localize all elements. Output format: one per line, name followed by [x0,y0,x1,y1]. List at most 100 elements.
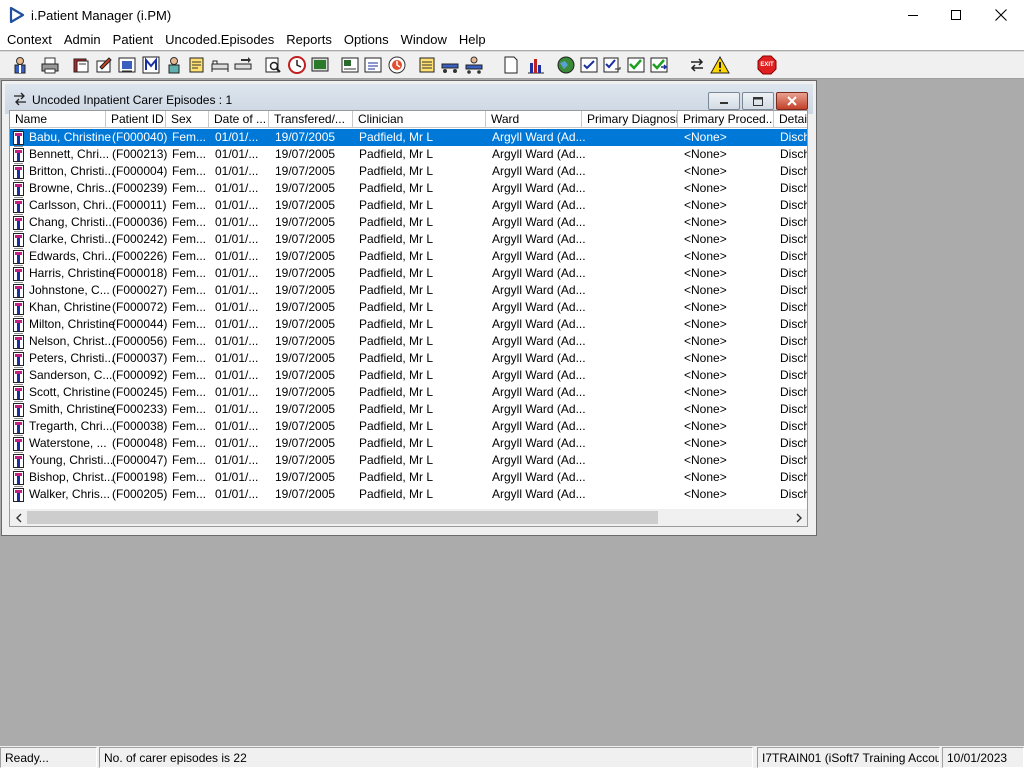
table-row[interactable]: Britton, Christi... (F000004) Fem... 01/01/… [10,163,807,180]
scroll-left-button[interactable] [10,509,27,526]
minimize-button[interactable] [890,0,936,30]
toolbar-button-check-form-green[interactable] [625,54,647,76]
menu-window[interactable]: Window [395,30,453,50]
table-row[interactable]: Young, Christi... (F000047) Fem... 01/01/..… [10,452,807,469]
cell-date: 01/01/... [215,402,259,416]
cell-sex: Fem... [172,487,207,501]
patient-carer-icon [13,469,24,485]
toolbar-button-notes[interactable] [186,54,208,76]
column-header-patient-id[interactable]: Patient ID [106,111,166,128]
child-maximize-button[interactable] [742,92,774,110]
column-header-detail[interactable]: Detail [774,111,807,128]
cell-patient-id: (F000011) [112,198,167,212]
table-row[interactable]: Bishop, Christ... (F000198) Fem... 01/01/..… [10,469,807,486]
cell-patient-id: (F000198) [112,470,168,484]
menu-admin[interactable]: Admin [58,30,107,50]
toolbar-button-check-form-green-arrow[interactable] [648,54,670,76]
column-header-primary-procedure[interactable]: Primary Proced... [678,111,774,128]
column-header-transferred[interactable]: Transfered/... [269,111,353,128]
toolbar-button-warning[interactable] [709,54,731,76]
toolbar-button-check-form-arrow[interactable] [601,54,623,76]
toolbar-button-clock-form[interactable] [386,54,408,76]
horizontal-scrollbar[interactable] [10,509,807,526]
toolbar-button-picture[interactable] [116,54,138,76]
column-header-date[interactable]: Date of ... [209,111,269,128]
toolbar-button-certificate[interactable] [339,54,361,76]
toolbar-button-globe[interactable] [555,54,577,76]
toolbar-button-doctor[interactable] [163,54,185,76]
table-row[interactable]: Chang, Christi... (F000036) Fem... 01/01/..… [10,214,807,231]
menu-help[interactable]: Help [453,30,492,50]
title-bar: i.Patient Manager (i.PM) [0,0,1024,30]
toolbar-button-exit[interactable]: EXIT [756,54,778,76]
toolbar-button-search-document[interactable] [262,54,284,76]
cell-sex: Fem... [172,181,207,195]
menu-uncoded-episodes[interactable]: Uncoded.Episodes [159,30,280,50]
cell-patient-id: (F000233) [112,402,168,416]
cell-sex: Fem... [172,164,207,178]
toolbar-button-document[interactable] [500,54,522,76]
table-row[interactable]: Bennett, Chri... (F000213) Fem... 01/01/...… [10,146,807,163]
child-minimize-button[interactable] [708,92,740,110]
cell-transferred: 19/07/2005 [275,419,336,433]
table-row[interactable]: Sanderson, C... (F000092) Fem... 01/01/... 1… [10,367,807,384]
cell-primary-procedure: <None> [684,283,727,297]
toolbar-button-print[interactable] [39,54,61,76]
toolbar-button-bar-chart[interactable] [525,54,547,76]
toolbar-button-m[interactable] [140,54,162,76]
child-close-button[interactable] [776,92,808,110]
table-row[interactable]: Walker, Chris... (F000205) Fem... 01/01/...… [10,486,807,503]
maximize-button[interactable] [933,0,979,30]
column-header-primary-diagnosis[interactable]: Primary Diagnosis [582,111,678,128]
cell-detail: Disch [780,249,808,263]
table-row[interactable]: Peters, Christi... (F000037) Fem... 01/01/.… [10,350,807,367]
cell-ward: Argyll Ward (Ad... [492,453,586,467]
app-logo-icon [9,7,25,23]
column-header-clinician[interactable]: Clinician [353,111,486,128]
toolbar-button-person-search[interactable] [9,54,31,76]
toolbar-button-swap[interactable] [686,54,708,76]
menu-options[interactable]: Options [338,30,395,50]
toolbar-button-check-form[interactable] [578,54,600,76]
table-row[interactable]: Harris, Christine (F000018) Fem... 01/01/..… [10,265,807,282]
close-button[interactable] [978,0,1024,30]
cell-sex: Fem... [172,317,207,331]
table-row[interactable]: Carlsson, Chri... (F000011) Fem... 01/01/..… [10,197,807,214]
table-row[interactable]: Babu, Christine (F000040) Fem... 01/01/... 1… [10,129,807,146]
table-row[interactable]: Milton, Christine (F000044) Fem... 01/01/..… [10,316,807,333]
column-header-ward[interactable]: Ward [486,111,582,128]
menu-context[interactable]: Context [1,30,58,50]
table-row[interactable]: Khan, Christine (F000072) Fem... 01/01/... 1… [10,299,807,316]
patient-carer-icon [13,129,24,145]
book-icon [73,58,89,73]
column-header-name[interactable]: Name [10,111,106,128]
toolbar-button-letter[interactable] [362,54,384,76]
table-row[interactable]: Nelson, Christ... (F000056) Fem... 01/01/..… [10,333,807,350]
cell-transferred: 19/07/2005 [275,402,336,416]
toolbar-button-bed[interactable] [209,54,231,76]
toolbar-button-edit-document[interactable] [93,54,115,76]
menu-reports[interactable]: Reports [280,30,338,50]
toolbar-button-book[interactable] [70,54,92,76]
toolbar-button-clock[interactable] [286,54,308,76]
table-row[interactable]: Waterstone, ... (F000048) Fem... 01/01/... 1… [10,435,807,452]
table-row[interactable]: Edwards, Chri... (F000226) Fem... 01/01/...… [10,248,808,265]
toolbar-button-bed-arrow[interactable] [232,54,254,76]
scrollbar-thumb[interactable] [27,511,658,524]
table-row[interactable]: Johnstone, C... (F000027) Fem... 01/01/... 1… [10,282,807,299]
scroll-right-button[interactable] [790,509,807,526]
toolbar-button-stretcher[interactable] [439,54,461,76]
toolbar-button-stretcher-person[interactable] [463,54,485,76]
table-row[interactable]: Clarke, Christi... (F000242) Fem... 01/01/.… [10,231,807,248]
patient-carer-icon [13,350,24,366]
table-row[interactable]: Scott, Christine (F000245) Fem... 01/01/...… [10,384,807,401]
table-row[interactable]: Smith, Christine (F000233) Fem... 01/01/...… [10,401,807,418]
cell-sex: Fem... [172,215,207,229]
column-header-sex[interactable]: Sex [166,111,209,128]
menu-patient[interactable]: Patient [107,30,159,50]
cell-patient-id: (F000056) [112,334,168,348]
toolbar-button-list[interactable] [416,54,438,76]
table-row[interactable]: Tregarth, Chri... (F000038) Fem... 01/01/..… [10,418,807,435]
table-row[interactable]: Browne, Chris... (F000239) Fem... 01/01/...… [10,180,807,197]
toolbar-button-monitor[interactable] [309,54,331,76]
